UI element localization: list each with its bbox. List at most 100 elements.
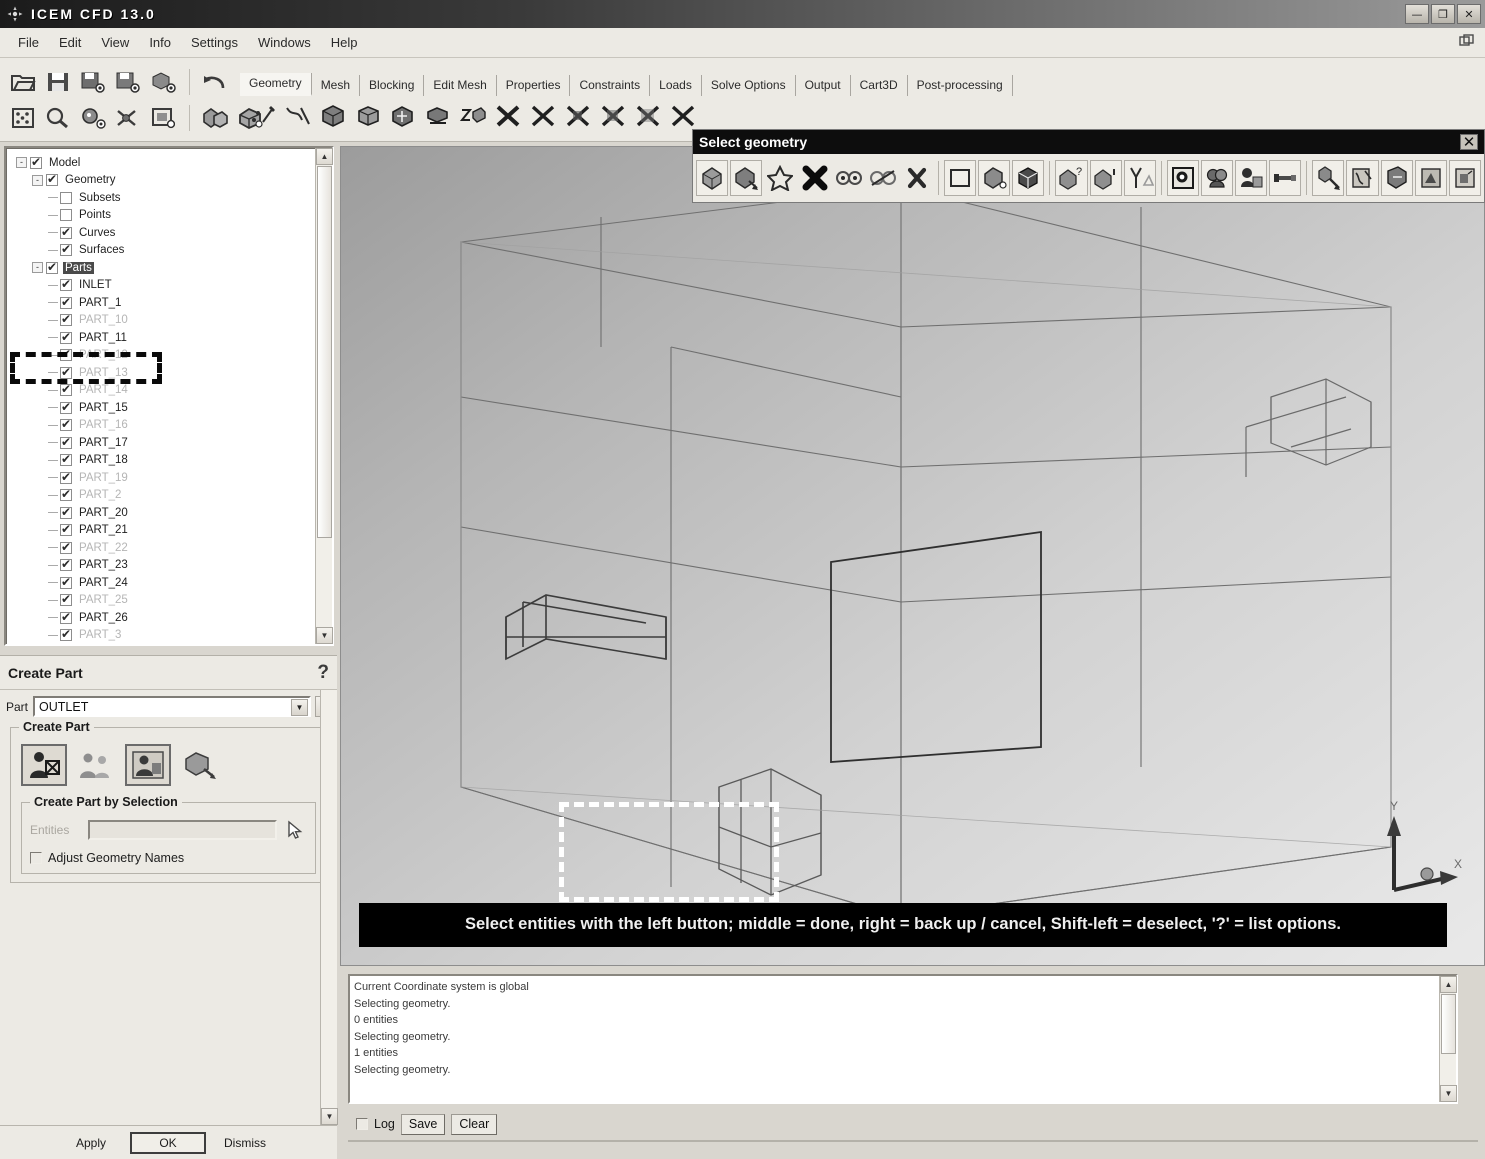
create-part-by-points-icon[interactable] xyxy=(73,744,119,786)
model-tree[interactable]: -Model-GeometrySubsetsPointsCurvesSurfac… xyxy=(8,150,310,642)
select-family-icon[interactable] xyxy=(1414,160,1447,196)
toggle-dynamic-icon[interactable] xyxy=(1123,160,1156,196)
tree-visibility-checkbox[interactable] xyxy=(60,610,72,624)
log-clear-button[interactable]: Clear xyxy=(451,1113,498,1135)
tree-visibility-checkbox[interactable] xyxy=(46,172,58,187)
menu-file[interactable]: File xyxy=(8,32,49,53)
create-part-vertical-scrollbar[interactable]: ▼ xyxy=(320,690,338,1125)
log-scroll-down-arrow[interactable]: ▼ xyxy=(1440,1085,1457,1102)
select-density-icon[interactable] xyxy=(1448,160,1481,196)
mesh-points-icon[interactable] xyxy=(6,102,40,134)
entities-input[interactable] xyxy=(88,820,277,840)
create-part-icon[interactable] xyxy=(491,100,525,132)
create-part-by-surface-icon[interactable] xyxy=(125,744,171,786)
tree-visibility-checkbox[interactable] xyxy=(60,295,72,309)
adjust-geometry-names-checkbox[interactable] xyxy=(30,852,42,864)
deselect-icon[interactable] xyxy=(901,160,933,196)
tree-item-part-21[interactable]: PART_21 xyxy=(12,522,310,540)
tree-visibility-checkbox[interactable] xyxy=(60,435,72,449)
tree-vertical-scrollbar[interactable]: ▲ ▼ xyxy=(315,148,333,644)
tree-item-part-18[interactable]: PART_18 xyxy=(12,452,310,470)
tree-item-part-19[interactable]: PART_19 xyxy=(12,469,310,487)
tree-item-part-10[interactable]: PART_10 xyxy=(12,312,310,330)
repair-icon[interactable] xyxy=(111,102,145,134)
create-part-by-selection-icon[interactable] xyxy=(21,744,67,786)
delete-any-icon[interactable] xyxy=(666,100,700,132)
tree-expander-icon[interactable]: - xyxy=(16,157,27,169)
log-scroll-thumb[interactable] xyxy=(1441,994,1456,1054)
tree-item-part-14[interactable]: PART_14 xyxy=(12,382,310,400)
tree-expander-icon[interactable]: - xyxy=(32,174,43,186)
question-mark-icon[interactable]: ? xyxy=(317,662,329,684)
ok-button[interactable]: OK xyxy=(130,1131,206,1154)
tree-visibility-checkbox[interactable] xyxy=(60,522,72,537)
select-surface-icon[interactable] xyxy=(1235,160,1268,196)
tree-visibility-checkbox[interactable] xyxy=(60,209,72,222)
tree-item-subsets[interactable]: Subsets xyxy=(12,189,310,207)
save-mesh-icon[interactable] xyxy=(146,66,180,98)
menu-help[interactable]: Help xyxy=(321,32,368,53)
tree-visibility-checkbox[interactable] xyxy=(60,400,72,414)
tree-item-part-26[interactable]: PART_26 xyxy=(12,609,310,627)
tree-scroll-down-arrow[interactable]: ▼ xyxy=(316,627,333,644)
close-button[interactable]: ✕ xyxy=(1457,4,1481,24)
tree-visibility-checkbox[interactable] xyxy=(60,592,72,607)
tab-mesh[interactable]: Mesh xyxy=(311,75,361,96)
tree-scroll-up-arrow[interactable]: ▲ xyxy=(316,148,333,165)
apply-button[interactable]: Apply xyxy=(60,1131,122,1154)
tab-post-processing[interactable]: Post-processing xyxy=(907,75,1013,96)
fit-view-icon[interactable] xyxy=(198,102,232,134)
menu-view[interactable]: View xyxy=(91,32,139,53)
tree-visibility-checkbox[interactable] xyxy=(60,277,72,292)
part-combobox[interactable]: OUTLET ▼ xyxy=(33,696,311,717)
tab-solve-options[interactable]: Solve Options xyxy=(701,75,796,96)
adjust-geometry-names-row[interactable]: Adjust Geometry Names xyxy=(30,841,307,865)
tree-visibility-checkbox[interactable] xyxy=(60,382,72,397)
tree-item-part-16[interactable]: PART_16 xyxy=(12,417,310,435)
tab-cart3d[interactable]: Cart3D xyxy=(850,75,908,96)
open-folder-icon[interactable] xyxy=(6,66,40,98)
select-mesh-icon[interactable] xyxy=(1312,160,1345,196)
select-material-icon[interactable] xyxy=(1380,160,1413,196)
menu-settings[interactable]: Settings xyxy=(181,32,248,53)
tree-item-part-17[interactable]: PART_17 xyxy=(12,434,310,452)
tab-output[interactable]: Output xyxy=(795,75,851,96)
tab-loads[interactable]: Loads xyxy=(650,75,702,96)
save-project-icon[interactable] xyxy=(76,66,110,98)
tree-visibility-checkbox[interactable] xyxy=(60,627,72,642)
restore-dormant-icon[interactable] xyxy=(456,100,490,132)
tree-item-part-25[interactable]: PART_25 xyxy=(12,592,310,610)
panel-scroll-down-arrow[interactable]: ▼ xyxy=(321,1108,338,1125)
log-checkbox[interactable] xyxy=(356,1118,368,1130)
tree-visibility-checkbox[interactable] xyxy=(60,225,72,239)
tree-item-part-22[interactable]: PART_22 xyxy=(12,539,310,557)
zoom-icon[interactable] xyxy=(41,102,75,134)
tree-item-part-23[interactable]: PART_23 xyxy=(12,557,310,575)
tree-visibility-checkbox[interactable] xyxy=(60,505,72,519)
tree-item-points[interactable]: Points xyxy=(12,207,310,225)
select-all-appropriate-icon[interactable] xyxy=(696,160,729,196)
select-subset-icon[interactable] xyxy=(1346,160,1379,196)
tree-item-part-1[interactable]: PART_1 xyxy=(12,294,310,312)
log-vertical-scrollbar[interactable]: ▲ ▼ xyxy=(1439,976,1457,1102)
undo-icon[interactable] xyxy=(198,66,232,98)
menu-info[interactable]: Info xyxy=(139,32,181,53)
docking-icon[interactable] xyxy=(1459,34,1475,51)
select-cursor-icon[interactable] xyxy=(283,819,307,841)
tree-expander-icon[interactable]: - xyxy=(32,262,43,274)
menu-windows[interactable]: Windows xyxy=(248,32,321,53)
select-polygon-icon[interactable] xyxy=(978,160,1011,196)
select-query-alt-icon[interactable] xyxy=(1089,160,1122,196)
tree-item-part-24[interactable]: PART_24 xyxy=(12,574,310,592)
tree-item-part-15[interactable]: PART_15 xyxy=(12,399,310,417)
tree-visibility-checkbox[interactable] xyxy=(60,452,72,467)
tree-visibility-checkbox[interactable] xyxy=(60,312,72,327)
tree-visibility-checkbox[interactable] xyxy=(60,191,72,204)
create-part-merge-icon[interactable] xyxy=(177,744,223,786)
tree-item-model[interactable]: - Model xyxy=(12,154,310,172)
menu-edit[interactable]: Edit xyxy=(49,32,91,53)
tree-item-curves[interactable]: Curves xyxy=(12,224,310,242)
transform-geometry-icon[interactable] xyxy=(421,100,455,132)
chevron-down-icon[interactable]: ▼ xyxy=(291,699,308,716)
measure-icon[interactable] xyxy=(76,102,110,134)
